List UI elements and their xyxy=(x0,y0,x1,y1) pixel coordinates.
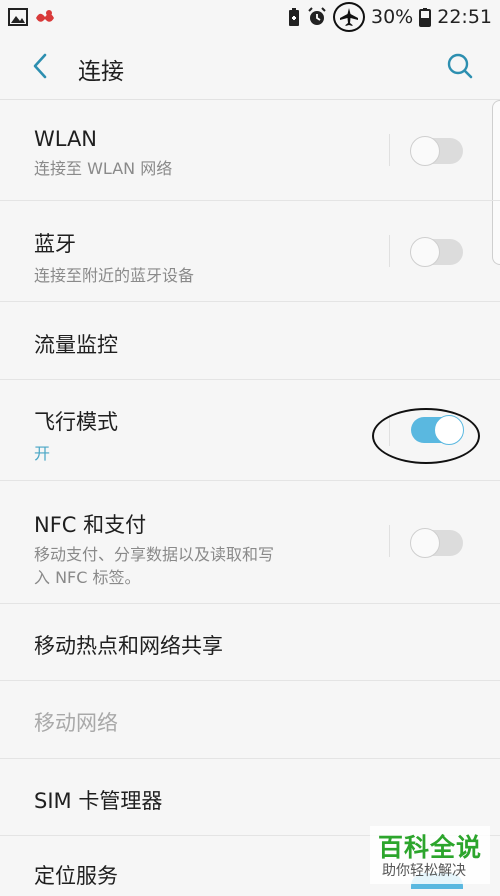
vertical-divider xyxy=(389,235,390,267)
setting-wlan[interactable]: WLAN 连接至 WLAN 网络 xyxy=(0,100,500,201)
status-bar: 30% 22:51 xyxy=(0,0,500,34)
setting-title: 移动网络 xyxy=(34,711,118,735)
setting-hotspot[interactable]: 移动热点和网络共享 xyxy=(0,604,500,681)
toggle-knob xyxy=(410,528,440,558)
battery-percent: 30% xyxy=(371,6,414,28)
app-toolbar: 连接 xyxy=(0,34,500,100)
alarm-icon xyxy=(307,7,327,27)
settings-list: WLAN 连接至 WLAN 网络 蓝牙 连接至附近的蓝牙设备 流量监控 飞行模式… xyxy=(0,100,500,896)
back-button[interactable] xyxy=(22,48,58,84)
wlan-toggle[interactable] xyxy=(410,136,463,166)
chevron-left-icon xyxy=(33,53,47,79)
battery-saver-icon xyxy=(287,7,301,27)
gallery-icon xyxy=(8,8,28,26)
setting-nfc[interactable]: NFC 和支付 移动支付、分享数据以及读取和写 入 NFC 标签。 xyxy=(0,481,500,604)
watermark-logo: 百科全说 助你轻松解决 xyxy=(370,826,490,884)
bluetooth-toggle[interactable] xyxy=(410,237,463,267)
vertical-divider xyxy=(389,134,390,166)
setting-subtitle: 连接至附近的蓝牙设备 xyxy=(34,266,195,285)
toggle-knob xyxy=(410,136,440,166)
battery-icon xyxy=(419,7,432,27)
highlight-ellipse xyxy=(372,408,480,464)
vertical-divider xyxy=(389,525,390,557)
setting-bluetooth[interactable]: 蓝牙 连接至附近的蓝牙设备 xyxy=(0,201,500,302)
nfc-toggle[interactable] xyxy=(410,528,463,558)
app-notification-icon xyxy=(34,8,56,26)
search-button[interactable] xyxy=(442,48,478,84)
status-left xyxy=(8,8,56,26)
toggle-knob xyxy=(410,237,440,267)
watermark-title: 百科全说 xyxy=(378,833,483,862)
setting-title: 移动热点和网络共享 xyxy=(34,634,223,658)
setting-title: SIM 卡管理器 xyxy=(34,789,163,813)
setting-data-usage[interactable]: 流量监控 xyxy=(0,302,500,380)
clock: 22:51 xyxy=(437,6,492,28)
page-title: 连接 xyxy=(78,59,124,85)
airplane-mode-icon xyxy=(333,2,365,32)
setting-mobile-networks: 移动网络 xyxy=(0,681,500,759)
subtitle-line-2: 入 NFC 标签。 xyxy=(34,568,141,587)
status-right: 30% 22:51 xyxy=(287,2,492,32)
setting-title: 流量监控 xyxy=(34,333,118,357)
setting-sim-manager[interactable]: SIM 卡管理器 xyxy=(0,759,500,836)
watermark-subtitle: 助你轻松解决 xyxy=(382,863,466,879)
search-icon xyxy=(447,53,473,79)
